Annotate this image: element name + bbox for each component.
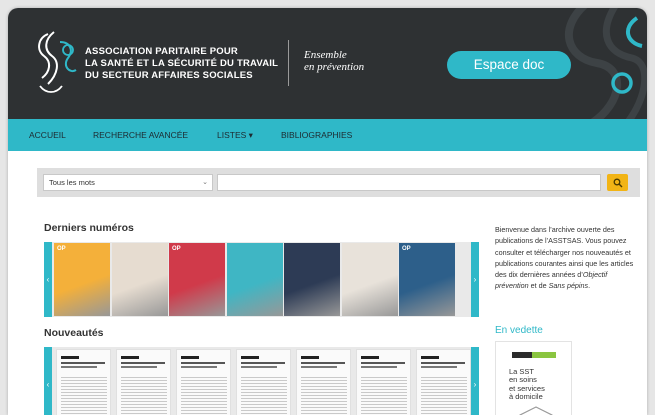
browser-frame: ASSOCIATION PARITAIRE POUR LA SANTÉ ET L… [8, 8, 647, 415]
chevron-down-icon: ⌄ [202, 179, 208, 186]
thumbnail-ttl [421, 362, 465, 364]
publication-thumbnail[interactable] [356, 349, 411, 415]
espace-doc-button[interactable]: Espace doc [447, 51, 571, 79]
thumbnail-bar [421, 356, 439, 359]
thumbnail-ttl [301, 362, 345, 364]
publication-logo-strip [512, 352, 532, 358]
featured-publication-card[interactable]: La SST en soins et services à domicile [495, 341, 572, 415]
cover-label: OP [402, 246, 411, 252]
derniers-numeros-title: Derniers numéros [44, 222, 134, 234]
main-nav: ACCUEIL RECHERCHE AVANCÉE LISTES ▾ BIBLI… [8, 119, 647, 151]
thumbnail-ttl2 [361, 366, 397, 368]
tagline-line: en prévention [304, 61, 365, 73]
thumbnail-ttl2 [241, 366, 277, 368]
thumbnail-txt [361, 375, 407, 415]
cover-image [111, 243, 168, 316]
thumbnail-ttl2 [61, 366, 97, 368]
thumbnail-ttl [61, 362, 105, 364]
publication-thumbnail[interactable] [236, 349, 291, 415]
publication-thumbnail[interactable] [116, 349, 171, 415]
welcome-text: Bienvenue dans l’archive ouverte des pub… [495, 224, 641, 292]
magnifier-icon [613, 178, 622, 188]
cover-image [54, 243, 110, 316]
magazine-cover[interactable] [111, 243, 168, 316]
magazine-cover[interactable] [284, 243, 340, 316]
thumbnail-txt [121, 375, 167, 415]
cover-label: OP [172, 246, 181, 252]
thumbnail-ttl [121, 362, 165, 364]
en-vedette-heading: En vedette [495, 325, 543, 336]
cover-image [284, 243, 340, 316]
thumbnail-bar [61, 356, 79, 359]
thumbnail-ttl [361, 362, 405, 364]
cover-image [399, 243, 455, 316]
nouveautes-title: Nouveautés [44, 327, 104, 339]
tagline-line: Ensemble [304, 49, 347, 61]
welcome-text-part: et de [528, 281, 549, 291]
carousel-prev-arrow[interactable]: ‹ [44, 347, 52, 415]
welcome-text-part: Bienvenue dans l’archive ouverte des pub… [495, 225, 634, 280]
nouveautes-carousel: ‹ › [44, 347, 479, 415]
search-scope-value: Tous les mots [49, 178, 95, 187]
thumbnail-txt [301, 375, 347, 415]
nav-item-bibliographies[interactable]: BIBLIOGRAPHIES [281, 119, 352, 151]
org-line: LA SANTÉ ET LA SÉCURITÉ DU TRAVAIL [85, 58, 279, 69]
publication-thumbnail[interactable] [296, 349, 351, 415]
search-scope-select[interactable]: Tous les mots ⌄ [43, 174, 213, 191]
thumbnail-ttl2 [121, 366, 157, 368]
org-line: ASSOCIATION PARITAIRE POUR [85, 46, 238, 57]
thumbnail-txt [61, 375, 107, 415]
thumbnail-ttl2 [181, 366, 217, 368]
site-header: ASSOCIATION PARITAIRE POUR LA SANTÉ ET L… [8, 8, 647, 119]
thumbnail-ttl [181, 362, 225, 364]
welcome-text-part: . [588, 281, 591, 291]
carousel-prev-arrow[interactable]: ‹ [44, 242, 52, 317]
thumbnail-bar [361, 356, 379, 359]
cover-label: OP [57, 246, 66, 252]
thumbnail-bar [121, 356, 139, 359]
thumbnail-bar [241, 356, 259, 359]
cover-image [341, 243, 398, 316]
thumbnail-txt [241, 375, 287, 415]
house-icon [519, 406, 553, 415]
thumbnail-bar [301, 356, 319, 359]
magazine-cover[interactable]: OP [54, 243, 110, 316]
tagline: Ensemble en prévention [304, 49, 364, 73]
nav-item-recherche-avancee[interactable]: RECHERCHE AVANCÉE [93, 119, 188, 151]
thumbnail-ttl2 [301, 366, 337, 368]
sans-pepins-link[interactable]: Sans pépins [549, 281, 589, 290]
magazine-cover[interactable] [341, 243, 398, 316]
publication-thumbnail[interactable] [176, 349, 231, 415]
nav-item-label: LISTES [217, 130, 247, 140]
cover-image [169, 243, 225, 316]
magazine-cover[interactable] [226, 243, 283, 316]
search-bar: Tous les mots ⌄ [37, 168, 640, 197]
chevron-down-icon: ▾ [248, 130, 253, 140]
thumbnail-ttl [241, 362, 285, 364]
thumbnail-ttl2 [421, 366, 457, 368]
search-input[interactable] [217, 174, 601, 191]
featured-publication-title: La SST en soins et services à domicile [509, 367, 545, 402]
magazine-cover[interactable]: OP [169, 243, 225, 316]
magazine-cover[interactable]: OP [399, 243, 455, 316]
thumbnail-bar [181, 356, 199, 359]
issues-carousel: ‹ › OP OP OP [44, 242, 479, 317]
org-line: DU SECTEUR AFFAIRES SOCIALES [85, 70, 253, 81]
header-divider [288, 40, 289, 86]
title-line: à domicile [509, 392, 543, 402]
nav-item-accueil[interactable]: ACCUEIL [29, 119, 66, 151]
carousel-next-arrow[interactable]: › [471, 347, 479, 415]
asstsas-logo[interactable] [30, 28, 80, 100]
carousel-next-arrow[interactable]: › [471, 242, 479, 317]
thumbnail-txt [181, 375, 227, 415]
cover-image [226, 243, 283, 316]
organization-name: ASSOCIATION PARITAIRE POUR LA SANTÉ ET L… [85, 46, 278, 82]
search-button[interactable] [607, 174, 628, 191]
publication-thumbnail[interactable] [416, 349, 471, 415]
thumbnail-txt [421, 375, 467, 415]
nav-item-listes[interactable]: LISTES ▾ [217, 119, 253, 151]
publication-thumbnail[interactable] [56, 349, 111, 415]
